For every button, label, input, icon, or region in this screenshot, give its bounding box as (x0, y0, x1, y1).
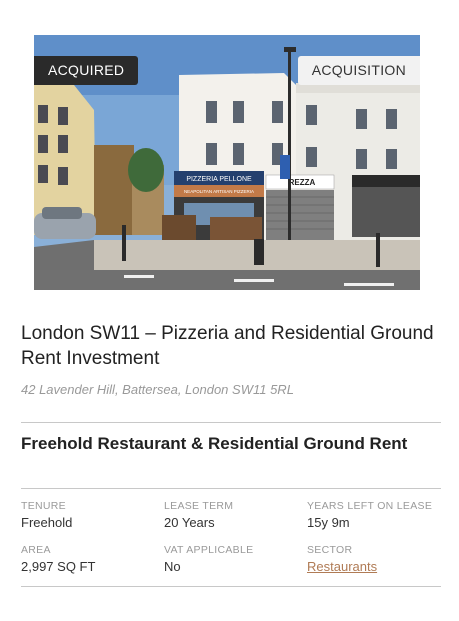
spec-label: VAT APPLICABLE (164, 544, 254, 556)
listing-address: 42 Lavender Hill, Battersea, London SW11… (21, 382, 294, 397)
spec-years-left: YEARS LEFT ON LEASE 15y 9m (307, 500, 432, 530)
shop-sign-text: PIZZERIA PELLONE (186, 176, 252, 183)
deal-type-badge: ACQUISITION (297, 56, 420, 85)
listing-card[interactable]: PIZZERIA PELLONE NEAPOLITAN ARTISAN PIZZ… (0, 0, 459, 621)
property-photo[interactable]: PIZZERIA PELLONE NEAPOLITAN ARTISAN PIZZ… (34, 35, 420, 290)
spec-label: YEARS LEFT ON LEASE (307, 500, 433, 512)
spec-tenure: TENURE Freehold (21, 500, 72, 530)
divider (21, 422, 441, 423)
status-badge: ACQUIRED (34, 56, 139, 85)
spec-vat: VAT APPLICABLE No (164, 544, 253, 574)
spec-label: LEASE TERM (164, 500, 234, 512)
spec-label: AREA (21, 544, 51, 556)
shop-tagline-text: NEAPOLITAN ARTISAN PIZZERIA (184, 189, 254, 194)
divider (21, 586, 441, 587)
listing-subtitle: Freehold Restaurant & Residential Ground… (21, 434, 408, 453)
spec-label: TENURE (21, 500, 66, 512)
spec-lease-term: LEASE TERM 20 Years (164, 500, 233, 530)
divider (21, 488, 441, 489)
spec-value: 2,997 SQ FT (21, 559, 96, 574)
spec-value: 15y 9m (307, 515, 350, 530)
neighbour-sign-text: REZZA (289, 178, 316, 187)
spec-value: Freehold (21, 515, 73, 530)
spec-area: AREA 2,997 SQ FT (21, 544, 95, 574)
spec-sector: SECTOR Restaurants (307, 544, 377, 574)
spec-value: 20 Years (164, 515, 215, 530)
listing-title[interactable]: London SW11 – Pizzeria and Residential G… (21, 321, 441, 371)
spec-label: SECTOR (307, 544, 353, 556)
sector-link[interactable]: Restaurants (307, 559, 377, 574)
spec-value: No (164, 559, 181, 574)
